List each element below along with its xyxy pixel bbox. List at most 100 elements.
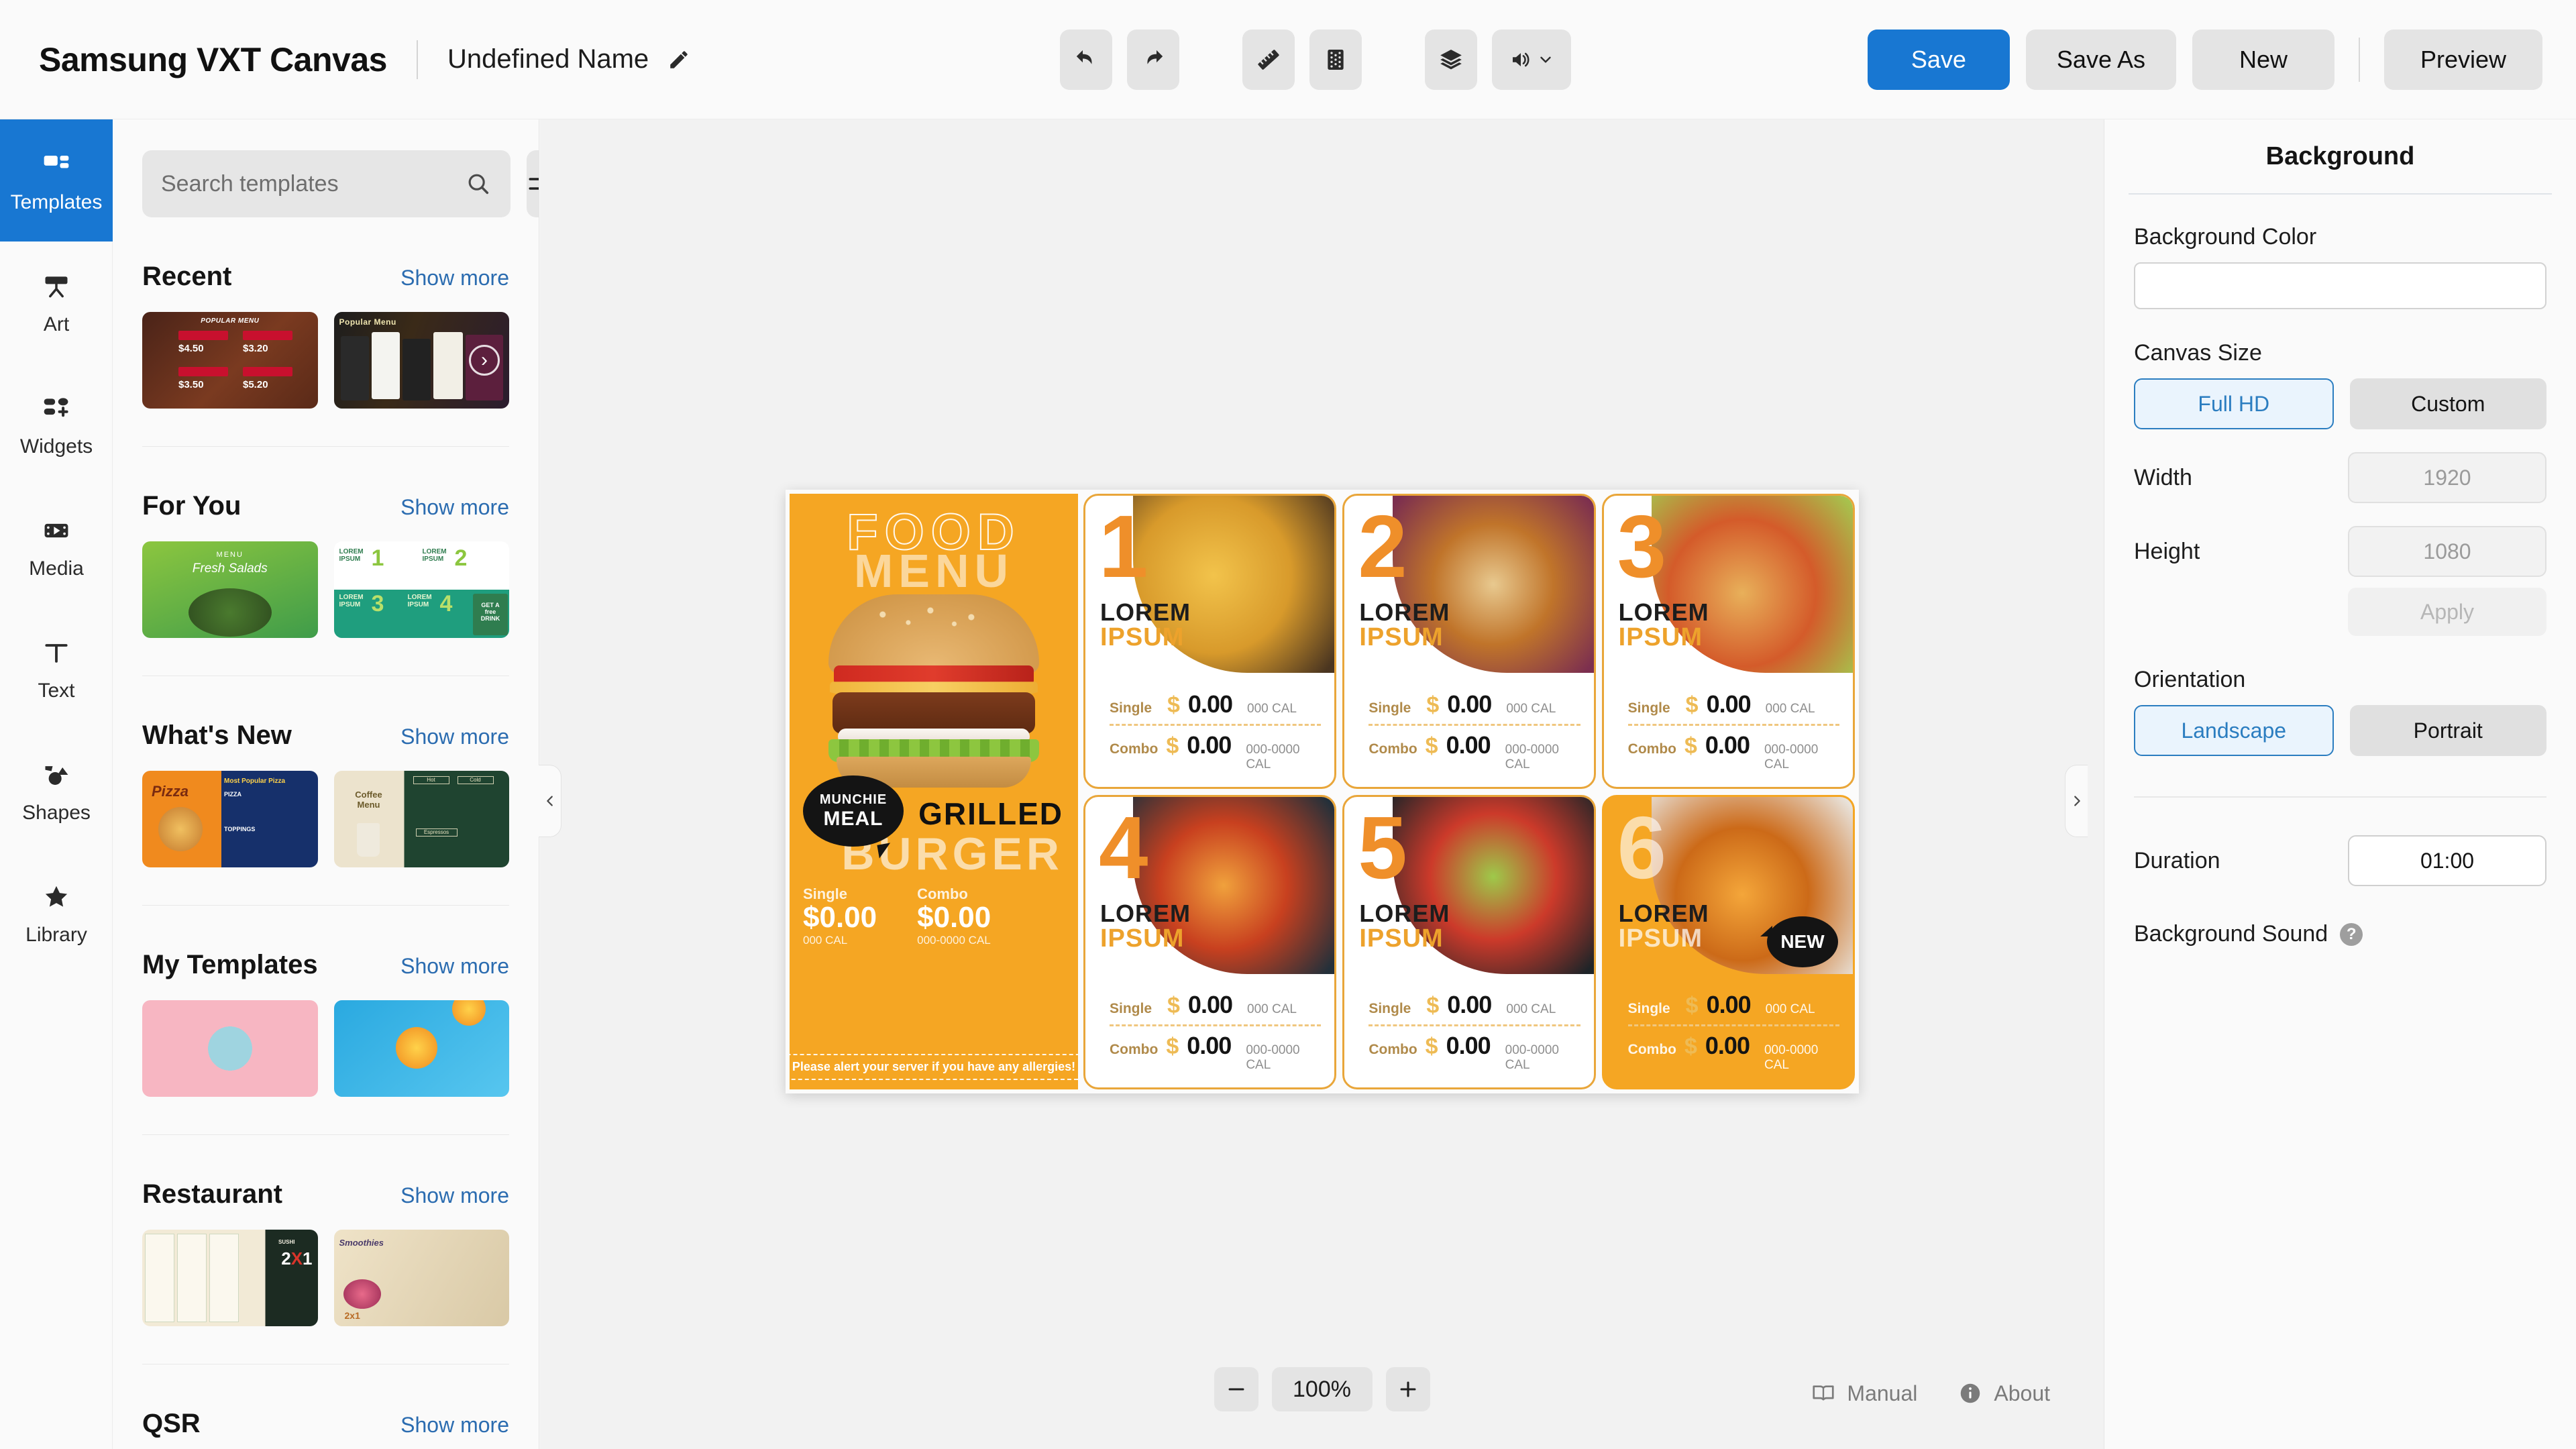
zoom-level[interactable]: 100% xyxy=(1271,1367,1373,1411)
section-title: For You xyxy=(142,491,241,521)
single-cal: 000 CAL xyxy=(1247,701,1297,716)
duration-input[interactable]: 01:00 xyxy=(2348,835,2546,886)
search-box[interactable] xyxy=(142,150,511,217)
zoom-out-button[interactable] xyxy=(1214,1367,1258,1411)
menu-items-grid: 1 LOREM IPSUM Single $ 0.00 000 CAL Comb… xyxy=(1083,494,1855,1089)
properties-panel: Background Background Color Canvas Size … xyxy=(2104,119,2576,1449)
price-divider xyxy=(1627,723,1839,726)
save-button[interactable]: Save xyxy=(1867,30,2010,90)
brand-area: Samsung VXT Canvas Undefined Name xyxy=(0,40,694,79)
show-more-link[interactable]: Show more xyxy=(400,266,509,290)
sidebar-item-label: Library xyxy=(25,924,87,946)
about-link[interactable]: About xyxy=(1957,1381,2050,1406)
template-thumb[interactable]: POPULAR MENU $4.50 $3.20 $3.50 $5.20 xyxy=(142,312,318,409)
currency-symbol: $ xyxy=(1685,692,1699,718)
template-thumb[interactable]: MENU Fresh Salads xyxy=(142,541,318,638)
template-thumb[interactable]: Popular Menu › xyxy=(333,312,509,409)
combo-label: Combo xyxy=(1368,741,1417,757)
template-thumb[interactable]: Smoothies 2x1 xyxy=(333,1230,509,1326)
zoom-in-button[interactable] xyxy=(1385,1367,1430,1411)
height-row: Height 1080 xyxy=(2134,526,2546,577)
sound-button[interactable] xyxy=(1492,30,1571,90)
thumb-caption: POPULAR MENU xyxy=(201,317,260,325)
left-nav-rail: Templates Art Widgets Media Text Shapes xyxy=(0,119,113,1449)
show-more-link[interactable]: Show more xyxy=(400,954,509,979)
template-thumb[interactable] xyxy=(142,1000,318,1097)
header-actions: Save Save As New Preview xyxy=(1867,30,2542,90)
help-icon[interactable]: ? xyxy=(2340,922,2363,946)
save-as-button[interactable]: Save As xyxy=(2025,30,2176,90)
single-price: 0.00 xyxy=(1187,991,1233,1018)
app-header: Samsung VXT Canvas Undefined Name Save S… xyxy=(0,0,2576,119)
canvas-stage[interactable]: FOOD MENU MUNCHIE MEAL GRILLED BURGER Si… xyxy=(540,119,2104,1449)
sidebar-item-art[interactable]: Art xyxy=(0,241,113,364)
sidebar-item-widgets[interactable]: Widgets xyxy=(0,364,113,486)
ruler-button[interactable] xyxy=(1242,30,1295,90)
manual-link[interactable]: Manual xyxy=(1811,1381,1917,1406)
menu-item-card[interactable]: 5 LOREM IPSUM Single $ 0.00 000 CAL Comb… xyxy=(1342,794,1596,1089)
about-label: About xyxy=(1994,1381,2050,1405)
search-icon xyxy=(468,174,489,195)
sidebar-item-text[interactable]: Text xyxy=(0,608,113,730)
menu-item-card[interactable]: 6 NEW LOREM IPSUM Single $ 0.00 000 CAL xyxy=(1601,794,1855,1089)
pencil-icon[interactable] xyxy=(663,44,694,75)
combo-label: Combo xyxy=(1368,1042,1417,1057)
new-button[interactable]: New xyxy=(2192,30,2334,90)
orientation-landscape[interactable]: Landscape xyxy=(2134,705,2334,756)
sidebar-item-label: Text xyxy=(38,680,75,702)
new-badge: NEW xyxy=(1760,916,1838,967)
guides-button[interactable] xyxy=(1309,30,1362,90)
document-name[interactable]: Undefined Name xyxy=(447,44,649,74)
section-title: Restaurant xyxy=(142,1179,282,1209)
info-icon xyxy=(1961,1383,1980,1403)
height-input[interactable]: 1080 xyxy=(2348,526,2546,577)
template-thumb[interactable]: Coffee Menu Hot Cold Espressos xyxy=(333,771,509,867)
single-cal: 000 CAL xyxy=(1765,1002,1815,1016)
search-input[interactable] xyxy=(161,170,458,197)
filter-button[interactable] xyxy=(527,150,539,217)
sidebar-item-shapes[interactable]: Shapes xyxy=(0,730,113,852)
background-sound-label: Background Sound xyxy=(2134,921,2328,947)
menu-item-card[interactable]: 4 LOREM IPSUM Single $ 0.00 000 CAL Comb… xyxy=(1083,794,1337,1089)
canvas-document[interactable]: FOOD MENU MUNCHIE MEAL GRILLED BURGER Si… xyxy=(786,490,1859,1093)
collapse-left-panel-button[interactable] xyxy=(539,765,561,837)
menu-item-card[interactable]: 1 LOREM IPSUM Single $ 0.00 000 CAL Comb… xyxy=(1083,494,1337,789)
chevron-left-icon xyxy=(546,796,553,806)
template-thumb[interactable] xyxy=(333,1000,509,1097)
orientation-portrait[interactable]: Portrait xyxy=(2349,705,2546,756)
menu-item-card[interactable]: 3 LOREM IPSUM Single $ 0.00 000 CAL Comb… xyxy=(1601,494,1855,789)
undo-button[interactable] xyxy=(1060,30,1112,90)
background-color-swatch[interactable] xyxy=(2134,262,2546,309)
collapse-right-panel-button[interactable] xyxy=(2065,765,2088,837)
sidebar-item-library[interactable]: Library xyxy=(0,852,113,974)
canvas-size-full-hd[interactable]: Full HD xyxy=(2134,378,2334,429)
apply-button[interactable]: Apply xyxy=(2348,588,2546,636)
section-divider xyxy=(142,1134,509,1135)
sidebar-item-templates[interactable]: Templates xyxy=(0,119,113,241)
show-more-link[interactable]: Show more xyxy=(400,1413,509,1438)
combo-price: 0.00 xyxy=(1705,1032,1750,1059)
template-thumb[interactable]: LOREM IPSUM 1 LOREM IPSUM 2 LOREM IPSUM 3 L… xyxy=(333,541,509,638)
redo-button[interactable] xyxy=(1127,30,1179,90)
single-label: Single xyxy=(1368,700,1411,716)
show-more-link[interactable]: Show more xyxy=(400,495,509,520)
show-more-link[interactable]: Show more xyxy=(400,724,509,749)
template-thumb[interactable]: Pizza Most Popular Pizza PIZZA TOPPINGS xyxy=(142,771,318,867)
carousel-next-icon[interactable]: › xyxy=(469,345,500,376)
menu-item-card[interactable]: 2 LOREM IPSUM Single $ 0.00 000 CAL Comb… xyxy=(1342,494,1596,789)
width-input[interactable]: 1920 xyxy=(2348,452,2546,503)
single-label: Single xyxy=(1627,1001,1670,1016)
hero-panel[interactable]: FOOD MENU MUNCHIE MEAL GRILLED BURGER Si… xyxy=(790,494,1078,1089)
combo-cal: 000-0000 CAL xyxy=(1505,1043,1559,1072)
show-more-link[interactable]: Show more xyxy=(400,1183,509,1208)
template-thumb[interactable]: 2X1 SUSHI xyxy=(142,1230,318,1326)
preview-button[interactable]: Preview xyxy=(2384,30,2542,90)
hero-title1: GRILLED xyxy=(918,796,1063,832)
layers-button[interactable] xyxy=(1425,30,1477,90)
combo-price: 0.00 xyxy=(1446,731,1491,759)
price-divider xyxy=(1368,723,1580,726)
sidebar-item-media[interactable]: Media xyxy=(0,486,113,608)
canvas-size-custom[interactable]: Custom xyxy=(2349,378,2546,429)
single-cal: 000 CAL xyxy=(1765,701,1815,716)
item-number: 6 xyxy=(1617,798,1667,897)
